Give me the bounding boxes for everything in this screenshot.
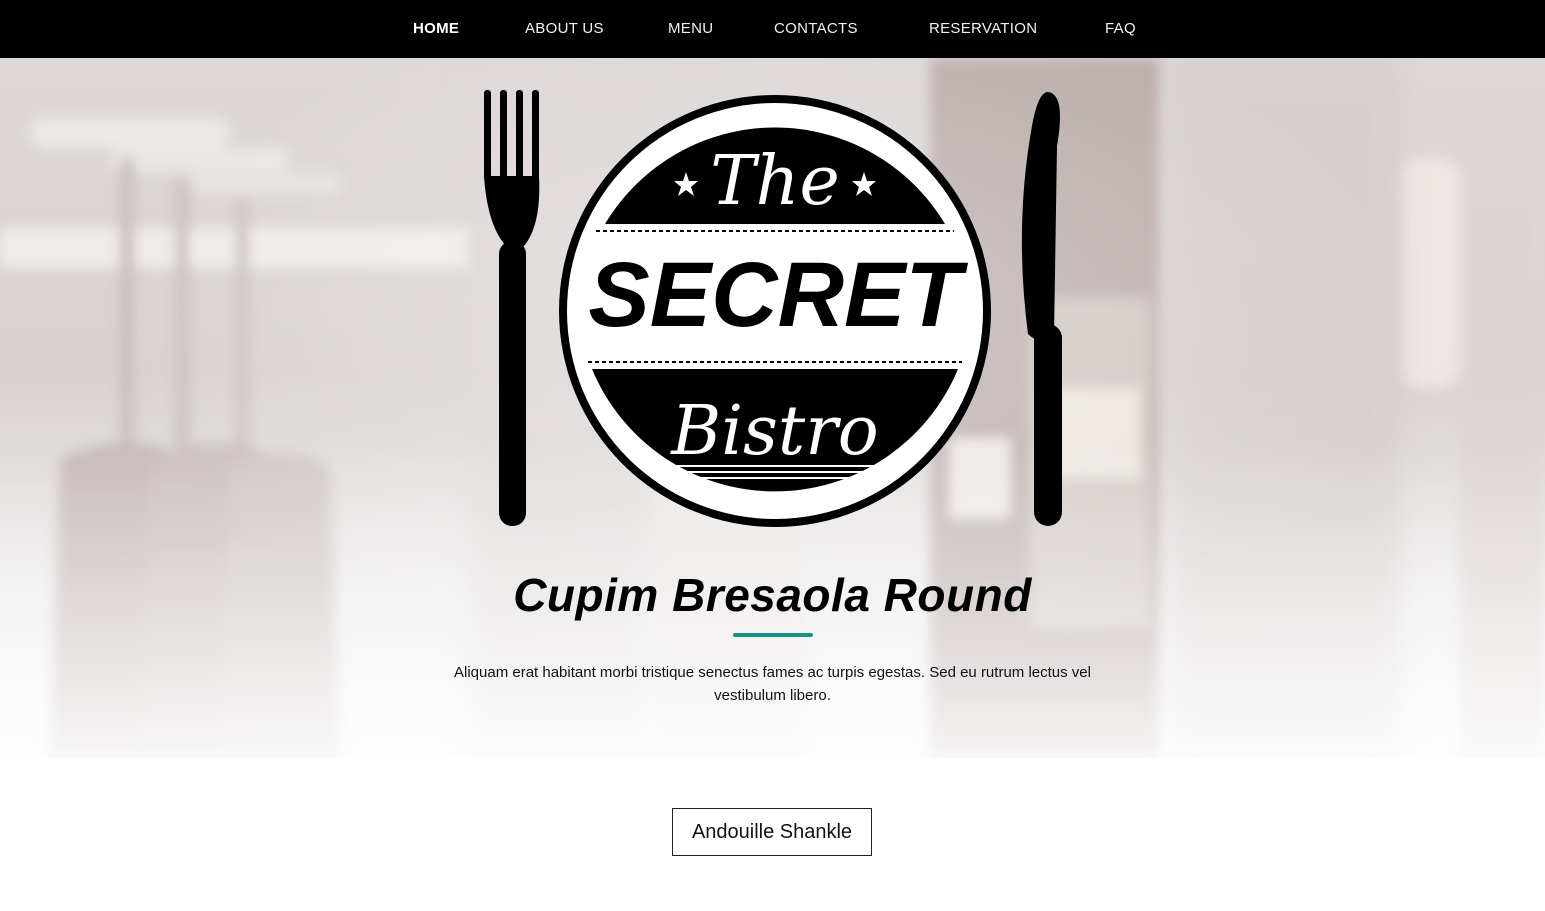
logo-bistro-text: Bistro [669,392,878,471]
logo-the-text: The [710,142,839,221]
nav-reservation[interactable]: RESERVATION [929,0,1037,58]
title-accent-underline [733,633,813,637]
hero-title: Cupim Bresaola Round [513,569,1032,621]
hero-description-line-1: Aliquam erat habitant morbi tristique se… [454,664,1091,681]
hero-description: Aliquam erat habitant morbi tristique se… [420,661,1125,707]
logo-badge: The SECRET Bistro [559,95,991,527]
hero-description-line-2: vestibulum libero. [714,687,831,704]
nav-home[interactable]: HOME [413,0,459,58]
nav-faq[interactable]: FAQ [1105,0,1136,58]
nav-contacts[interactable]: CONTACTS [774,0,858,58]
knife-icon [1021,92,1062,526]
fork-icon [484,90,540,526]
andouille-shankle-button[interactable]: Andouille Shankle [672,808,872,856]
secret-bistro-logo: The SECRET Bistro [484,90,1062,527]
nav-menu[interactable]: MENU [668,0,713,58]
top-nav: HOME ABOUT US MENU CONTACTS RESERVATION … [0,0,1545,58]
hero-section: The SECRET Bistro Cupim Bresaola Round A… [0,58,1545,758]
logo-secret-text: SECRET [588,244,968,346]
nav-about-us[interactable]: ABOUT US [525,0,604,58]
